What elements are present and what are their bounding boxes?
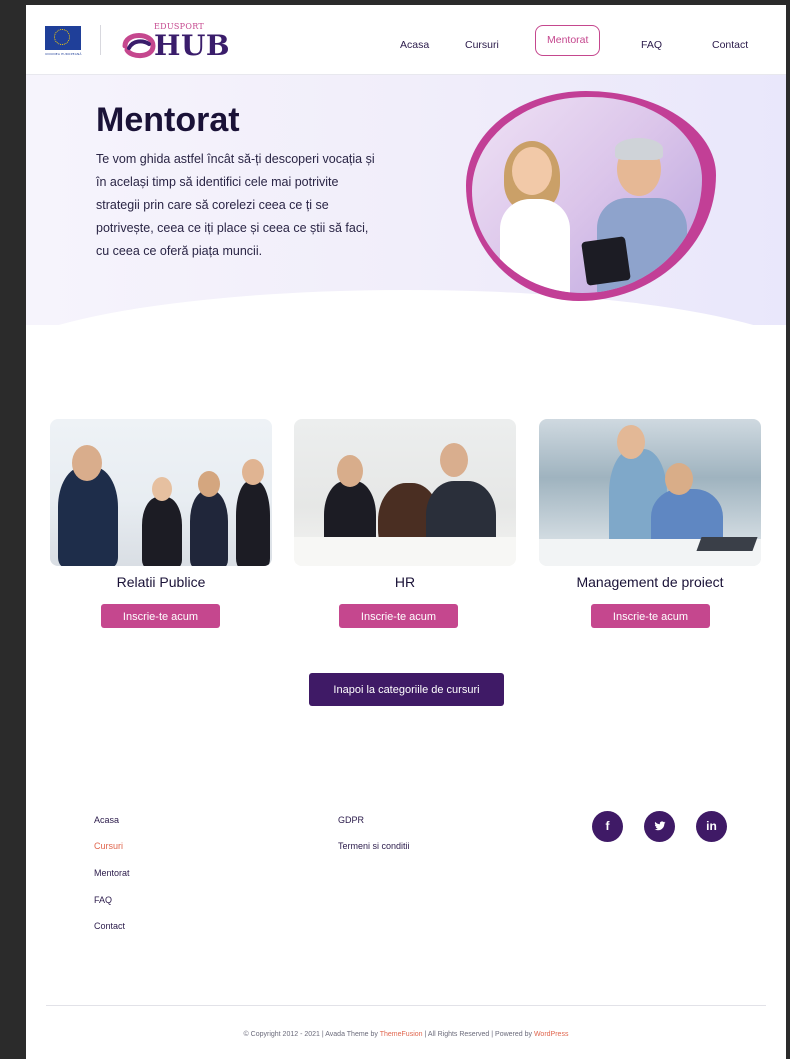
footer-link-faq[interactable]: FAQ [94,895,112,905]
wordpress-link[interactable]: WordPress [534,1031,569,1038]
back-to-categories-button[interactable]: Inapoi la categoriile de cursuri [309,673,504,706]
enroll-button[interactable]: Inscrie-te acum [591,604,710,628]
course-title: Management de proiect [576,574,724,590]
background-strip [786,0,790,1059]
footer-link-cursuri[interactable]: Cursuri [94,841,123,851]
themefusion-link[interactable]: ThemeFusion [380,1031,423,1038]
course-image-hr[interactable] [294,419,516,566]
enroll-button[interactable]: Inscrie-te acum [339,604,458,628]
eu-caption: UNIUNEA EUROPEANĂ [45,52,82,56]
footer-nav-col2: GDPR Termeni si conditii [338,815,478,855]
eu-flag-icon [45,26,81,50]
hero-image [466,91,716,301]
copyright-text: © Copyright 2012 - 2021 | Avada Theme by… [243,1031,569,1038]
twitter-icon[interactable] [644,811,675,842]
linkedin-icon[interactable]: in [696,811,727,842]
footer-link-termeni[interactable]: Termeni si conditii [338,841,410,851]
page: UNIUNEA EUROPEANĂ EDUSPORT HUB Acasa Cur… [26,5,786,1059]
footer-nav-col1: Acasa Cursuri Mentorat FAQ Contact [94,815,214,935]
course-image-management-proiect[interactable] [539,419,761,566]
nav-cursuri[interactable]: Cursuri [465,30,499,60]
nav-mentorat[interactable]: Mentorat [535,25,601,56]
course-title: HR [394,574,416,590]
course-title: Relatii Publice [116,574,206,590]
logo-mark-icon [122,33,156,58]
site-header: UNIUNEA EUROPEANĂ EDUSPORT HUB Acasa Cur… [26,5,786,75]
course-image-relatii-publice[interactable] [50,419,272,566]
enroll-button[interactable]: Inscrie-te acum [101,604,220,628]
nav-acasa[interactable]: Acasa [400,30,429,60]
nav-contact[interactable]: Contact [712,30,748,60]
footer-divider [46,1005,766,1006]
footer-link-mentorat[interactable]: Mentorat [94,868,130,878]
footer-link-acasa[interactable]: Acasa [94,815,119,825]
tablet-icon [581,236,631,286]
footer-link-gdpr[interactable]: GDPR [338,815,364,825]
hero-description: Te vom ghida astfel încât să-ți descoper… [96,152,375,258]
course-cards: Relatii Publice Inscrie-te acum HR Inscr… [26,419,786,629]
footer-link-contact[interactable]: Contact [94,921,125,931]
page-title: Mentorat [96,101,240,139]
header-divider [100,25,101,55]
facebook-icon[interactable]: f [592,811,623,842]
nav-faq[interactable]: FAQ [641,30,662,60]
edusport-hub-logo[interactable]: EDUSPORT HUB [119,18,239,64]
woman-figure [500,141,570,293]
logo-big-text: HUB [154,29,231,62]
